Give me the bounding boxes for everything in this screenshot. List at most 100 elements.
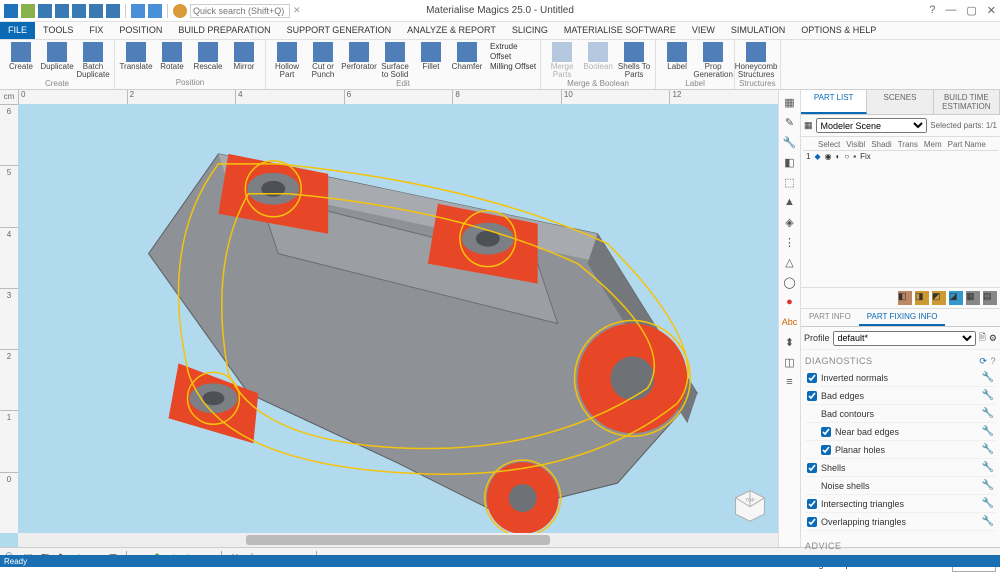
close-button[interactable]: ✕: [987, 4, 996, 17]
refresh-icon[interactable]: ⟳: [979, 356, 987, 366]
tool-icon[interactable]: ◯: [782, 274, 798, 290]
ribbon-duplicate[interactable]: Duplicate: [40, 42, 74, 71]
qat-icon[interactable]: [21, 4, 35, 18]
diag-item[interactable]: Inverted normals🔧: [805, 369, 996, 387]
mini-icon[interactable]: ◪: [949, 291, 963, 305]
scrollbar-horizontal[interactable]: [18, 533, 778, 547]
ribbon-mirror[interactable]: Mirror: [227, 42, 261, 71]
menu-materialise-software[interactable]: MATERIALISE SOFTWARE: [556, 22, 684, 39]
menu-file[interactable]: FILE: [0, 22, 35, 39]
profile-settings-icon[interactable]: ⚙: [989, 333, 997, 344]
mini-icon[interactable]: ◨: [915, 291, 929, 305]
diag-item[interactable]: Bad contours🔧: [805, 405, 996, 423]
ribbon-rotate[interactable]: Rotate: [155, 42, 189, 71]
diag-item[interactable]: Noise shells🔧: [805, 477, 996, 495]
menu-simulation[interactable]: SIMULATION: [723, 22, 793, 39]
col-visible[interactable]: Visibl: [843, 139, 868, 150]
ribbon-perforator[interactable]: Perforator: [342, 42, 376, 71]
diag-item[interactable]: Planar holes🔧: [805, 441, 996, 459]
diag-checkbox[interactable]: [807, 463, 817, 473]
profile-select[interactable]: default*: [833, 331, 976, 346]
tool-icon[interactable]: ◫: [782, 354, 798, 370]
undo-icon[interactable]: [131, 4, 145, 18]
tool-icon[interactable]: ●: [782, 294, 798, 310]
tool-icon[interactable]: ⬍: [782, 334, 798, 350]
ribbon-cut-punch[interactable]: Cut or Punch: [306, 42, 340, 79]
col-shading[interactable]: Shadi: [868, 139, 894, 150]
search-close-icon[interactable]: ✕: [293, 5, 301, 16]
ribbon-fillet[interactable]: Fillet: [414, 42, 448, 71]
mini-icon[interactable]: ▦: [966, 291, 980, 305]
qat-icon[interactable]: [89, 4, 103, 18]
diag-checkbox[interactable]: [821, 427, 831, 437]
tool-text-icon[interactable]: Abc: [782, 314, 798, 330]
search-icon[interactable]: [173, 4, 187, 18]
mini-icon[interactable]: ▤: [983, 291, 997, 305]
scene-select[interactable]: Modeler Scene: [816, 118, 928, 133]
ribbon-milling-offset[interactable]: Milling Offset: [490, 62, 536, 71]
col-mem[interactable]: Mem: [921, 139, 945, 150]
diag-checkbox[interactable]: [807, 391, 817, 401]
help-icon[interactable]: ?: [990, 356, 996, 366]
menu-position[interactable]: POSITION: [111, 22, 170, 39]
tool-icon[interactable]: ▦: [782, 94, 798, 110]
mini-icon[interactable]: ◩: [932, 291, 946, 305]
ribbon-honeycomb[interactable]: Honeycomb Structures: [739, 42, 773, 79]
quick-search-input[interactable]: [190, 4, 290, 18]
redo-icon[interactable]: [148, 4, 162, 18]
help-icon[interactable]: ?: [929, 4, 935, 17]
menu-fix[interactable]: FIX: [81, 22, 111, 39]
maximize-button[interactable]: ▢: [966, 4, 976, 17]
fix-icon[interactable]: 🔧: [982, 408, 994, 419]
ribbon-boolean[interactable]: Boolean: [581, 42, 615, 71]
menu-options-help[interactable]: OPTIONS & HELP: [793, 22, 884, 39]
tab-scenes[interactable]: SCENES: [867, 90, 933, 114]
minimize-button[interactable]: —: [945, 4, 956, 17]
qat-icon[interactable]: [106, 4, 120, 18]
ribbon-extrude[interactable]: Extrude: [490, 42, 536, 51]
menu-tools[interactable]: TOOLS: [35, 22, 81, 39]
ribbon-surface-to-solid[interactable]: Surface to Solid: [378, 42, 412, 79]
qat-icon[interactable]: [38, 4, 52, 18]
diag-item[interactable]: Overlapping triangles🔧: [805, 513, 996, 531]
canvas-3d[interactable]: [18, 104, 778, 533]
col-select[interactable]: Select: [815, 139, 843, 150]
col-trans[interactable]: Trans: [895, 139, 921, 150]
fix-icon[interactable]: 🔧: [982, 426, 994, 437]
fix-icon[interactable]: 🔧: [982, 462, 994, 473]
tool-icon[interactable]: ⋮: [782, 234, 798, 250]
fix-icon[interactable]: 🔧: [982, 390, 994, 401]
fix-icon[interactable]: 🔧: [982, 372, 994, 383]
diag-checkbox[interactable]: [807, 373, 817, 383]
menu-build-preparation[interactable]: BUILD PREPARATION: [170, 22, 278, 39]
qat-icon[interactable]: [55, 4, 69, 18]
tool-icon[interactable]: ▲: [782, 194, 798, 210]
diag-checkbox[interactable]: [807, 499, 817, 509]
tab-part-list[interactable]: PART LIST: [801, 90, 867, 114]
fix-icon[interactable]: 🔧: [982, 480, 994, 491]
fix-icon[interactable]: 🔧: [982, 516, 994, 527]
ribbon-offset[interactable]: Offset: [490, 52, 536, 61]
tab-part-info[interactable]: PART INFO: [801, 309, 859, 326]
tool-icon[interactable]: ◈: [782, 214, 798, 230]
tab-part-fixing-info[interactable]: PART FIXING INFO: [859, 309, 946, 326]
ribbon-batch-duplicate[interactable]: Batch Duplicate: [76, 42, 110, 79]
menu-view[interactable]: VIEW: [684, 22, 723, 39]
profile-save-icon[interactable]: 🗎: [979, 330, 986, 346]
ribbon-shells-to-parts[interactable]: Shells To Parts: [617, 42, 651, 79]
tab-build-time[interactable]: BUILD TIME ESTIMATION: [934, 90, 1000, 114]
qat-icon[interactable]: [72, 4, 86, 18]
tool-icon[interactable]: 🔧: [782, 134, 798, 150]
menu-analyze-report[interactable]: ANALYZE & REPORT: [399, 22, 504, 39]
col-part-name[interactable]: Part Name: [945, 139, 989, 150]
ribbon-rescale[interactable]: Rescale: [191, 42, 225, 71]
diag-item[interactable]: Bad edges🔧: [805, 387, 996, 405]
mini-icon[interactable]: ◧: [898, 291, 912, 305]
part-row[interactable]: 1 ◆ ◉◐○▪ Fix: [803, 151, 998, 162]
menu-support-generation[interactable]: SUPPORT GENERATION: [279, 22, 400, 39]
qat-icon[interactable]: [4, 4, 18, 18]
view-cube[interactable]: TOP: [732, 487, 768, 523]
tool-icon[interactable]: ✎: [782, 114, 798, 130]
tool-icon[interactable]: ◧: [782, 154, 798, 170]
tool-icon[interactable]: ⬚: [782, 174, 798, 190]
